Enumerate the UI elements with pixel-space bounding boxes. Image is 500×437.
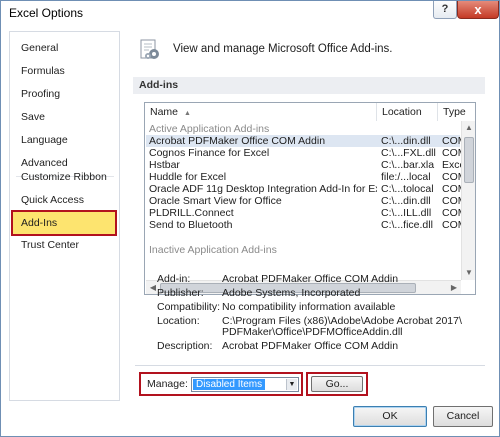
window-title: Excel Options [9, 6, 84, 20]
detail-compatibility-value: No compatibility information available [222, 301, 396, 313]
detail-addin-label: Add-in: [157, 273, 191, 285]
detail-publisher-label: Publisher: [157, 287, 204, 299]
manage-highlight: Manage: Disabled Items ▼ [139, 372, 303, 396]
table-row[interactable]: Hstbar C:\...bar.xla Excel [146, 159, 462, 171]
sidebar-item-trust-center[interactable]: Trust Center [12, 235, 117, 255]
detail-publisher-value: Adobe Systems, Incorporated [222, 287, 361, 299]
addins-gear-icon [140, 39, 159, 59]
sidebar-item-add-ins[interactable]: Add-Ins [11, 210, 117, 236]
table-row[interactable]: Oracle Smart View for Office C:\...din.d… [146, 195, 462, 207]
sidebar-item-save[interactable]: Save [12, 107, 117, 127]
column-header-type[interactable]: Type [438, 103, 466, 121]
group-active-add-ins: Active Application Add-ins [149, 123, 270, 135]
chevron-down-icon[interactable]: ▼ [286, 379, 297, 390]
excel-options-dialog: Excel Options ? x General Formulas Proof… [0, 0, 500, 437]
table-row[interactable]: Oracle ADF 11g Desktop Integration Add-I… [146, 183, 462, 195]
scroll-right-icon[interactable]: ▶ [447, 281, 461, 294]
title-bar: Excel Options ? x [1, 1, 499, 26]
table-row[interactable]: Huddle for Excel file:/...local COM [146, 171, 462, 183]
sidebar-item-general[interactable]: General [12, 38, 117, 58]
manage-dropdown[interactable]: Disabled Items ▼ [191, 377, 299, 392]
detail-location-label: Location: [157, 315, 200, 327]
table-row[interactable]: Send to Bluetooth C:\...fice.dll COM [146, 219, 462, 231]
manage-selected-value: Disabled Items [193, 379, 266, 390]
column-header-name[interactable]: Name ▲ [145, 103, 377, 121]
manage-label: Manage: [147, 378, 188, 390]
detail-description-label: Description: [157, 340, 213, 352]
sidebar-item-formulas[interactable]: Formulas [12, 61, 117, 81]
detail-description-value: Acrobat PDFMaker Office COM Addin [222, 340, 399, 352]
options-sidebar: General Formulas Proofing Save Language … [9, 31, 120, 401]
go-button[interactable]: Go... [311, 376, 363, 392]
sidebar-item-customize-ribbon[interactable]: Customize Ribbon [12, 167, 117, 187]
addins-table: Name ▲ Location Type Active Application … [144, 102, 476, 295]
cancel-button[interactable]: Cancel [433, 406, 493, 427]
column-header-location[interactable]: Location [377, 103, 438, 121]
table-row[interactable]: Cognos Finance for Excel C:\...FXL.dll C… [146, 147, 462, 159]
divider [135, 365, 485, 366]
ok-button[interactable]: OK [353, 406, 427, 427]
scroll-up-icon[interactable]: ▲ [462, 121, 475, 135]
go-highlight: Go... [306, 372, 368, 396]
table-row[interactable]: PLDRILL.Connect C:\...ILL.dll COM [146, 207, 462, 219]
vertical-scroll-thumb[interactable] [464, 137, 474, 183]
sidebar-item-language[interactable]: Language [12, 130, 117, 150]
scroll-down-icon[interactable]: ▼ [462, 266, 475, 280]
section-heading-add-ins: Add-ins [133, 77, 485, 94]
addins-panel: View and manage Microsoft Office Add-ins… [123, 31, 493, 401]
sidebar-item-quick-access-toolbar[interactable]: Quick Access Toolbar [12, 190, 117, 226]
sidebar-item-proofing[interactable]: Proofing [12, 84, 117, 104]
help-button[interactable]: ? [433, 1, 457, 19]
close-button[interactable]: x [457, 1, 499, 19]
sort-ascending-icon: ▲ [183, 110, 191, 117]
detail-location-value-line2: PDFMaker\Office\PDFMOfficeAddin.dll [222, 326, 403, 338]
detail-addin-value: Acrobat PDFMaker Office COM Addin [222, 273, 399, 285]
group-inactive-add-ins: Inactive Application Add-ins [149, 244, 277, 256]
table-row[interactable]: Acrobat PDFMaker Office COM Addin C:\...… [146, 135, 462, 147]
detail-compatibility-label: Compatibility: [157, 301, 221, 313]
vertical-scrollbar[interactable]: ▲ ▼ [461, 121, 475, 280]
panel-heading: View and manage Microsoft Office Add-ins… [173, 43, 393, 55]
